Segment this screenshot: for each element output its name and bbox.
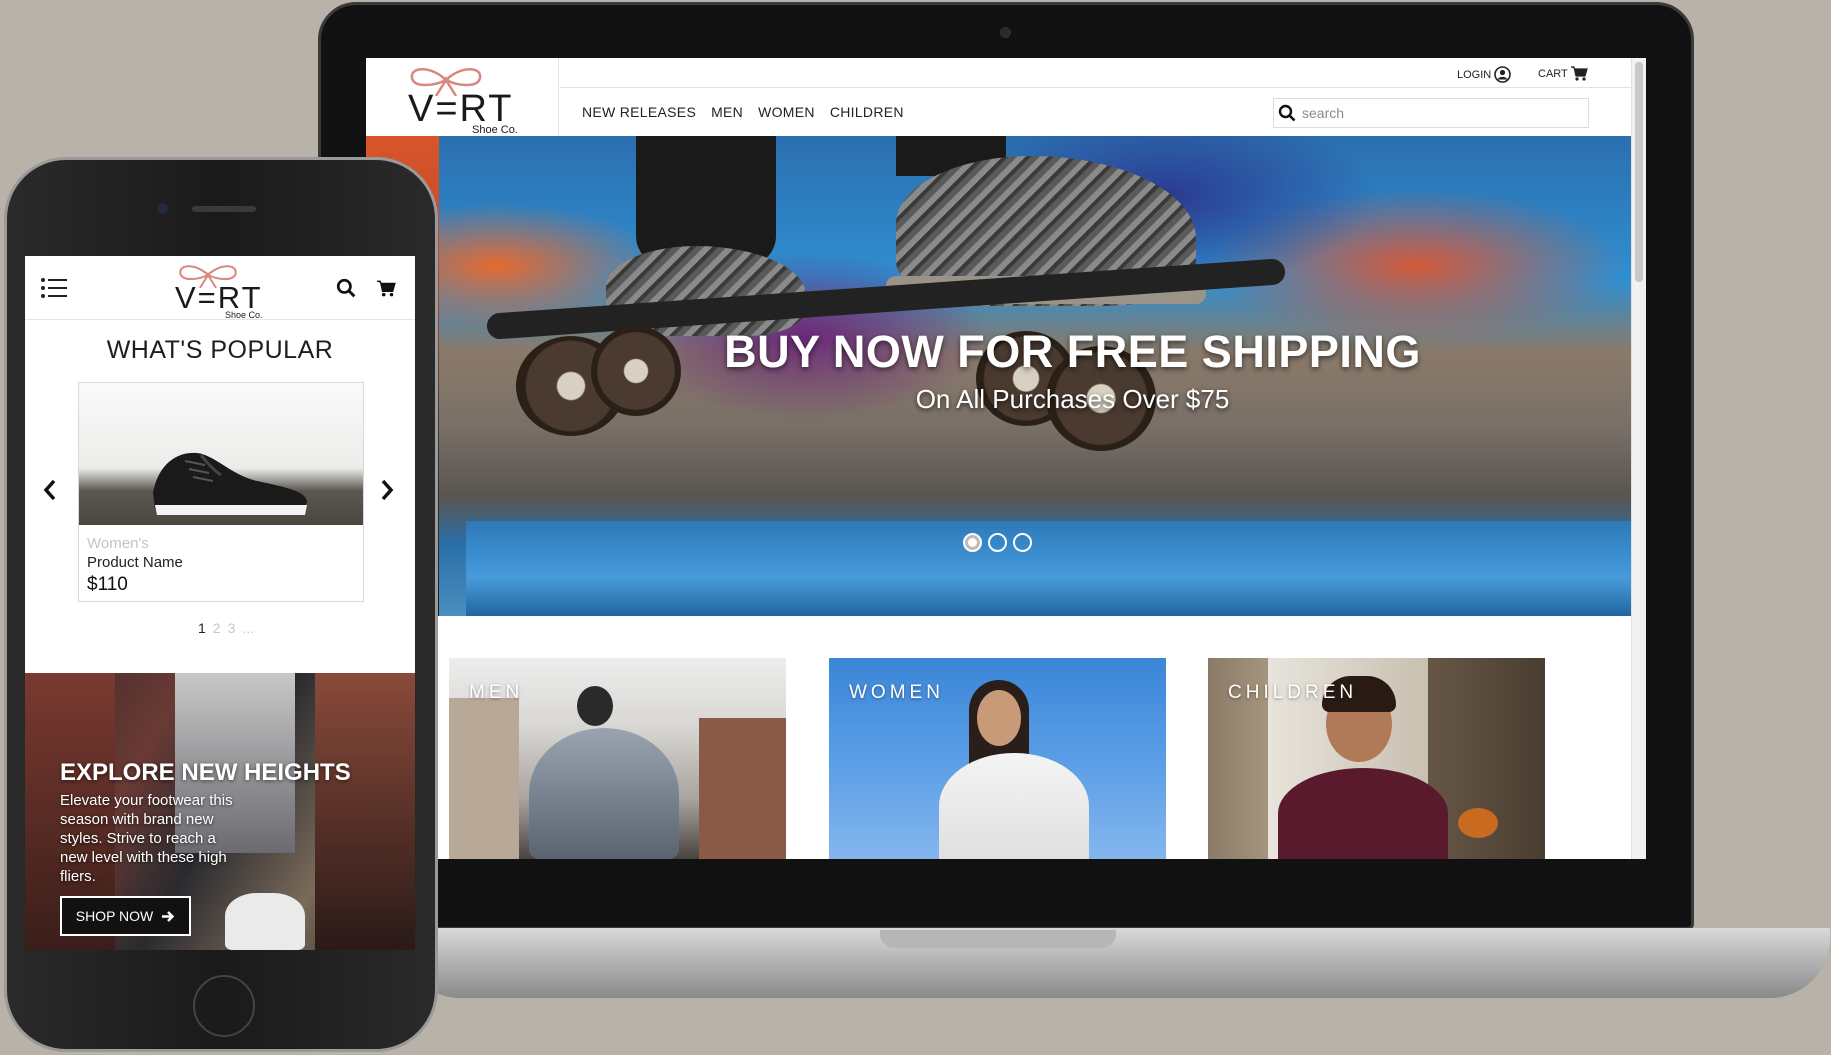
hero-carousel-dots	[963, 533, 1032, 552]
hero-subtitle: On All Purchases Over $75	[915, 384, 1230, 414]
login-link[interactable]: LOGIN	[1457, 66, 1512, 83]
laptop-hinge	[880, 930, 1116, 948]
product-name: Product Name	[87, 554, 183, 571]
page-link-2[interactable]: 2	[213, 620, 221, 636]
carousel-dot-3[interactable]	[1013, 533, 1032, 552]
women-photo-sweater	[939, 753, 1089, 859]
hamburger-menu-icon[interactable]	[41, 278, 67, 298]
men-photo-head	[577, 686, 613, 726]
category-label-women: WOMEN	[849, 682, 944, 703]
category-card-children[interactable]: CHILDREN	[1208, 658, 1545, 859]
product-category: Women's	[87, 535, 149, 552]
carousel-dot-2[interactable]	[988, 533, 1007, 552]
page-link-1[interactable]: 1	[198, 620, 206, 636]
product-card[interactable]: Women's Product Name $110	[78, 382, 364, 602]
hero-title: BUY NOW FOR FREE SHIPPING	[724, 326, 1421, 377]
mobile-logo[interactable]: V=RT Shoe Co.	[173, 262, 273, 320]
phone-camera	[157, 203, 168, 214]
nav-children[interactable]: CHILDREN	[830, 104, 904, 120]
search-icon	[1278, 104, 1296, 122]
men-photo-person	[529, 728, 679, 859]
explore-building-right	[315, 673, 415, 950]
arrow-right-icon	[162, 910, 175, 922]
logo-tagline: Shoe Co.	[472, 124, 518, 136]
page-ellipsis: ...	[242, 620, 255, 636]
page-link-3[interactable]: 3	[228, 620, 236, 636]
chevron-left-icon[interactable]	[43, 479, 57, 501]
nav-men[interactable]: MEN	[711, 104, 743, 120]
men-photo-building-2	[699, 718, 786, 859]
cart-label: CART	[1538, 67, 1568, 80]
women-photo-face	[977, 690, 1021, 746]
phone-speaker	[192, 206, 256, 212]
mobile-header: V=RT Shoe Co.	[25, 256, 415, 320]
hero-puddle	[466, 521, 1631, 616]
search-icon[interactable]	[336, 278, 356, 298]
children-photo-pumpkin	[1458, 808, 1498, 838]
logo-tagline: Shoe Co.	[225, 310, 263, 320]
category-card-women[interactable]: WOMEN	[829, 658, 1166, 859]
desktop-logo-area: V=RT Shoe Co.	[366, 58, 559, 136]
category-card-men[interactable]: MEN	[449, 658, 786, 859]
shop-now-label: SHOP NOW	[75, 908, 154, 924]
men-photo-building	[449, 698, 519, 859]
laptop-camera	[1000, 27, 1011, 38]
popular-heading: WHAT'S POPULAR	[106, 336, 334, 364]
carousel-dot-1[interactable]	[963, 533, 982, 552]
product-image	[79, 383, 363, 525]
category-label-children: CHILDREN	[1228, 682, 1358, 703]
scrollbar-thumb[interactable]	[1635, 62, 1643, 282]
desktop-scrollbar[interactable]	[1631, 58, 1646, 859]
desktop-site: V=RT Shoe Co. LOGIN CART NEW RELEASES ME…	[366, 58, 1646, 859]
cart-link[interactable]: CART	[1538, 66, 1588, 81]
product-pagination: 1 2 3 ...	[198, 620, 254, 636]
explore-banner: EXPLORE NEW HEIGHTS Elevate your footwea…	[25, 673, 415, 950]
desktop-search-box[interactable]	[1273, 98, 1589, 128]
login-label: LOGIN	[1457, 68, 1492, 81]
desktop-logo[interactable]: V=RT Shoe Co.	[406, 64, 526, 136]
desktop-main-nav: NEW RELEASES MEN WOMEN CHILDREN	[582, 104, 904, 120]
mobile-site: V=RT Shoe Co. WHAT'S POPULAR Women's Pro…	[25, 256, 415, 950]
explore-sneaker	[225, 893, 305, 950]
product-price: $110	[87, 574, 128, 595]
explore-title: EXPLORE NEW HEIGHTS	[60, 759, 351, 786]
search-input[interactable]	[1302, 105, 1572, 121]
chevron-right-icon[interactable]	[380, 479, 394, 501]
phone-home-button[interactable]	[193, 975, 255, 1037]
explore-description: Elevate your footwear this season with b…	[60, 792, 233, 885]
cart-icon	[1570, 66, 1588, 81]
nav-new-releases[interactable]: NEW RELEASES	[582, 104, 696, 120]
children-photo-shirt	[1278, 768, 1448, 859]
nav-women[interactable]: WOMEN	[758, 104, 815, 120]
shop-now-button[interactable]: SHOP NOW	[60, 896, 191, 936]
user-circle-icon	[1494, 66, 1512, 83]
cart-icon[interactable]	[377, 280, 396, 297]
category-label-men: MEN	[469, 682, 524, 703]
sneaker-image	[153, 452, 307, 515]
